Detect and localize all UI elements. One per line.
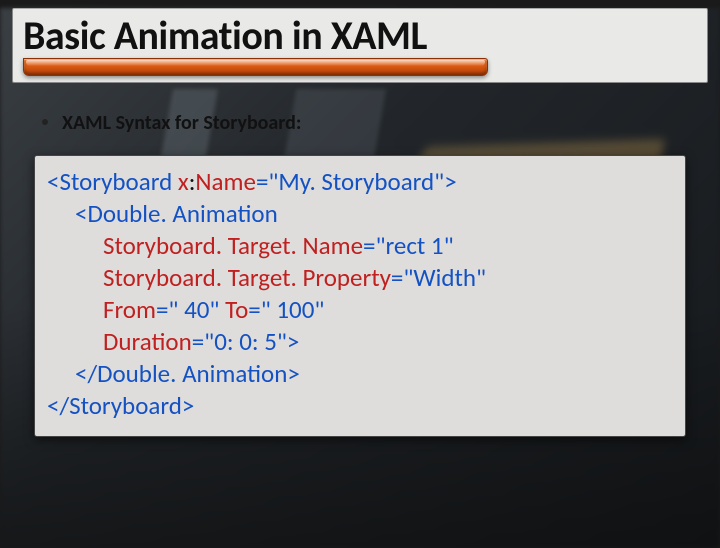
bullet-line: XAML Syntax for Storyboard: <box>42 111 720 135</box>
code-line-3: Storyboard. Target. Name="rect 1" <box>47 230 673 262</box>
title-bar: Basic Animation in XAML <box>12 8 708 83</box>
bullet-text: XAML Syntax for Storyboard: <box>62 111 301 135</box>
code-line-4: Storyboard. Target. Property="Width" <box>47 262 673 294</box>
bullet-icon <box>42 119 48 125</box>
code-line-8: </Storyboard> <box>47 390 673 422</box>
code-line-7: </Double. Animation> <box>47 358 673 390</box>
code-line-5: From=" 40" To=" 100" <box>47 294 673 326</box>
slide-title: Basic Animation in XAML <box>23 11 697 60</box>
title-underline <box>23 58 488 76</box>
code-block: <Storyboard x:Name="My. Storyboard"> <Do… <box>34 155 686 437</box>
code-line-2: <Double. Animation <box>47 198 673 230</box>
slide: Basic Animation in XAML XAML Syntax for … <box>0 8 720 548</box>
code-line-1: <Storyboard x:Name="My. Storyboard"> <box>47 166 673 198</box>
code-line-6: Duration="0: 0: 5"> <box>47 326 673 358</box>
